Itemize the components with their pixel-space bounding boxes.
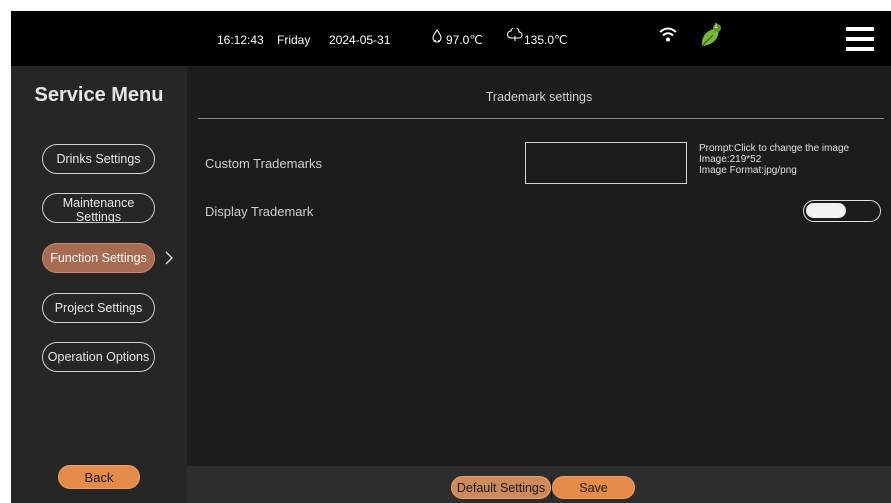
save-button[interactable]: Save	[552, 476, 635, 499]
toggle-knob	[806, 203, 846, 218]
bottom-bar: Default Settings Save	[187, 466, 891, 503]
sidebar-item-operation-options[interactable]: Operation Options	[42, 342, 155, 372]
chevron-right-icon	[165, 251, 173, 265]
steam-temperature: 135.0℃	[524, 33, 568, 47]
default-settings-button[interactable]: Default Settings	[451, 476, 551, 499]
prompt-line: Prompt:Click to change the image	[699, 143, 850, 154]
water-temperature: 97.0℃	[446, 33, 483, 47]
notification-badge: 1	[714, 23, 718, 30]
back-button[interactable]: Back	[58, 465, 140, 489]
clock-time: 16:12:43	[217, 33, 264, 47]
image-prompt: Prompt:Click to change the image Image:2…	[699, 143, 849, 176]
screen: 16:12:43 Friday 2024-05-31 97.0℃ 135.0℃	[11, 11, 891, 503]
display-trademark-label: Display Trademark	[205, 204, 314, 219]
sidebar-item-function-settings[interactable]: Function Settings	[42, 243, 155, 273]
divider	[198, 118, 884, 119]
prompt-line: Image:219*52	[699, 154, 762, 165]
prompt-line: Image Format:jpg/png	[699, 165, 797, 176]
sidebar: Service Menu Drinks Settings Maintenance…	[11, 66, 187, 503]
page-title: Trademark settings	[485, 90, 593, 104]
sidebar-item-drinks-settings[interactable]: Drinks Settings	[42, 144, 155, 174]
sidebar-title: Service Menu	[34, 84, 164, 106]
hamburger-menu-icon[interactable]	[846, 26, 874, 52]
sidebar-item-project-settings[interactable]: Project Settings	[42, 293, 155, 323]
custom-trademarks-label: Custom Trademarks	[205, 156, 323, 171]
trademark-image-picker[interactable]	[525, 142, 687, 184]
water-temperature-icon	[430, 29, 444, 45]
display-trademark-toggle[interactable]	[803, 200, 881, 222]
status-bar: 16:12:43 Friday 2024-05-31 97.0℃ 135.0℃	[11, 11, 891, 66]
date: 2024-05-31	[329, 33, 391, 47]
wifi-icon	[659, 27, 677, 43]
main-panel: Trademark settings Custom Trademarks Pro…	[187, 66, 891, 503]
steam-temperature-icon	[507, 28, 523, 42]
weekday: Friday	[277, 33, 311, 47]
eco-leaf-icon[interactable]	[699, 23, 723, 49]
sidebar-item-maintenance-settings[interactable]: Maintenance Settings	[42, 193, 155, 223]
